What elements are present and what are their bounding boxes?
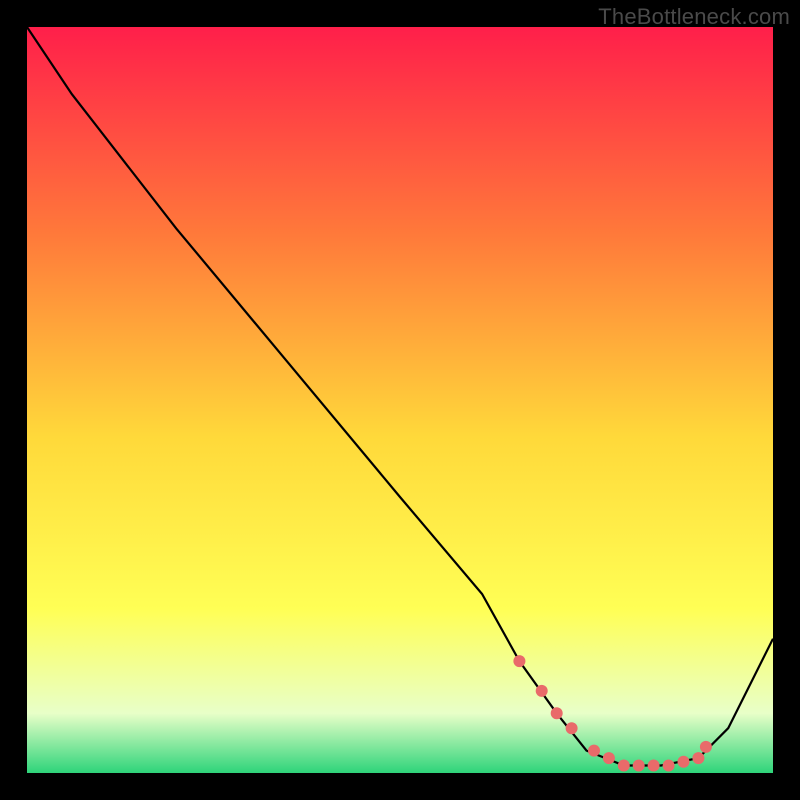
highlight-dot: [566, 722, 578, 734]
highlight-dot: [633, 760, 645, 772]
highlight-dot: [536, 685, 548, 697]
highlight-dot: [692, 752, 704, 764]
highlight-dot: [551, 707, 563, 719]
chart-svg: [27, 27, 773, 773]
watermark-label: TheBottleneck.com: [598, 4, 790, 30]
chart-frame: TheBottleneck.com: [0, 0, 800, 800]
highlight-dot: [700, 741, 712, 753]
highlight-dot: [648, 760, 660, 772]
highlight-dot: [663, 760, 675, 772]
highlight-dot: [513, 655, 525, 667]
highlight-dot: [603, 752, 615, 764]
highlight-dot: [678, 756, 690, 768]
highlight-dot: [588, 745, 600, 757]
plot-area: [27, 27, 773, 773]
highlight-dot: [618, 760, 630, 772]
gradient-background: [27, 27, 773, 773]
